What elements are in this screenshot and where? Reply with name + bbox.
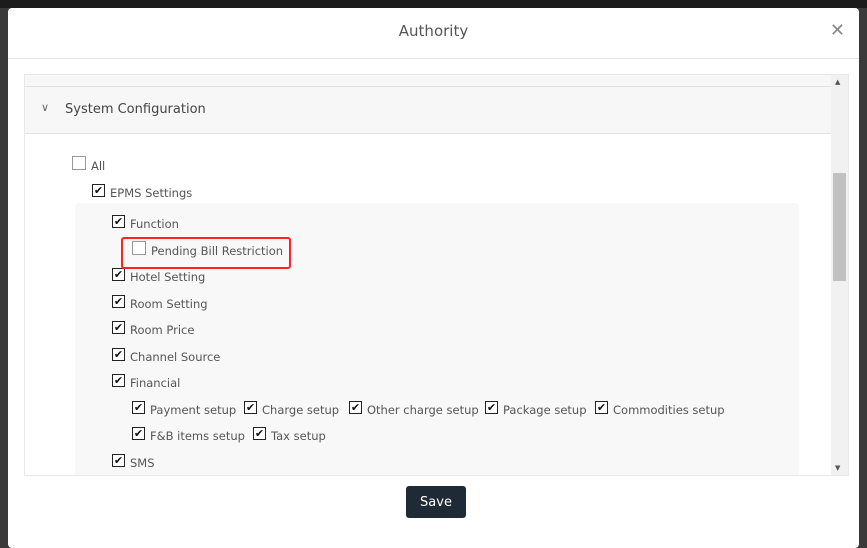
checkbox-checked[interactable]: ✔ bbox=[112, 267, 125, 281]
tree-item-label: All bbox=[91, 159, 106, 173]
tree-item[interactable]: ✔ Room Setting bbox=[112, 294, 208, 311]
tree-item[interactable]: ✔ Function bbox=[112, 214, 179, 231]
authority-dialog: Authority ✕ ∨ System Configuration All ✔ E… bbox=[8, 8, 859, 548]
tree-item-label: Channel Source bbox=[130, 350, 221, 364]
checkbox-checked[interactable]: ✔ bbox=[349, 400, 362, 414]
tree-item-label: Room Price bbox=[130, 323, 195, 337]
tree-item[interactable]: ✔ Channel Source bbox=[112, 347, 221, 364]
tree-item[interactable]: ✔ Hotel Setting bbox=[112, 267, 206, 284]
section-header-system-configuration[interactable]: ∨ System Configuration bbox=[25, 87, 833, 134]
tree-item-label: EPMS Settings bbox=[110, 186, 193, 200]
save-button[interactable]: Save bbox=[406, 486, 466, 518]
tree-item[interactable]: ✔ Package setup bbox=[485, 400, 587, 417]
tree-item-label: Financial bbox=[130, 376, 181, 390]
scroll-up-arrow-icon[interactable]: ▲ bbox=[835, 78, 840, 86]
scrollbar[interactable]: ▲ ▼ bbox=[831, 75, 848, 475]
tree-item[interactable]: ✔ Charge setup bbox=[244, 400, 340, 417]
background-app-bar bbox=[0, 0, 867, 8]
checkbox-checked[interactable]: ✔ bbox=[92, 183, 105, 197]
tree-item[interactable]: ✔ SMS bbox=[112, 453, 155, 470]
checkbox-checked[interactable]: ✔ bbox=[253, 426, 266, 440]
checkbox-checked[interactable]: ✔ bbox=[112, 214, 125, 228]
close-icon[interactable]: ✕ bbox=[830, 20, 845, 41]
scroll-down-arrow-icon[interactable]: ▼ bbox=[835, 464, 840, 472]
checkbox-checked[interactable]: ✔ bbox=[112, 294, 125, 308]
checkbox-checked[interactable]: ✔ bbox=[112, 373, 125, 387]
tree-item-label: Other charge setup bbox=[367, 403, 479, 417]
checkbox-checked[interactable]: ✔ bbox=[132, 400, 145, 414]
checkbox-checked[interactable]: ✔ bbox=[112, 320, 125, 334]
previous-section-edge bbox=[25, 75, 833, 87]
tree-item[interactable]: ✔ EPMS Settings bbox=[92, 183, 193, 200]
scrollbar-thumb[interactable] bbox=[833, 173, 846, 281]
tree-item-label: Tax setup bbox=[271, 429, 326, 443]
tree-item[interactable]: ✔ Other charge setup bbox=[349, 400, 479, 417]
tree-item[interactable]: All bbox=[72, 156, 106, 173]
tree-item-label: F&B items setup bbox=[150, 429, 245, 443]
checkbox-unchecked[interactable] bbox=[72, 156, 86, 170]
checkbox-checked[interactable]: ✔ bbox=[112, 347, 125, 361]
dialog-title: Authority bbox=[398, 22, 469, 40]
chevron-down-icon: ∨ bbox=[41, 101, 50, 114]
checkbox-checked[interactable]: ✔ bbox=[485, 400, 498, 414]
tree-item[interactable]: ✔ Commodities setup bbox=[595, 400, 725, 417]
highlight-box bbox=[121, 237, 291, 269]
tree-item[interactable]: ✔ F&B items setup bbox=[132, 426, 245, 443]
checkbox-checked[interactable]: ✔ bbox=[595, 400, 608, 414]
dialog-header: Authority ✕ bbox=[8, 8, 859, 59]
tree-item-label: Hotel Setting bbox=[130, 270, 206, 284]
tree-item-label: Charge setup bbox=[262, 403, 340, 417]
tree-item-label: Room Setting bbox=[130, 297, 208, 311]
checkbox-checked[interactable]: ✔ bbox=[132, 426, 145, 440]
section-title: System Configuration bbox=[65, 102, 206, 117]
tree-item-label: Payment setup bbox=[150, 403, 237, 417]
tree-item[interactable]: ✔ Payment setup bbox=[132, 400, 237, 417]
tree-item[interactable]: ✔ Tax setup bbox=[253, 426, 326, 443]
tree-item-label: Function bbox=[130, 217, 179, 231]
permissions-panel: ∨ System Configuration All ✔ EPMS Settings… bbox=[24, 74, 849, 476]
tree-item[interactable]: ✔ Financial bbox=[112, 373, 181, 390]
tree-item-label: Commodities setup bbox=[613, 403, 725, 417]
tree-item-label: SMS bbox=[130, 456, 155, 470]
tree-item[interactable]: ✔ Room Price bbox=[112, 320, 195, 337]
tree-item-label: Package setup bbox=[503, 403, 587, 417]
checkbox-checked[interactable]: ✔ bbox=[112, 453, 125, 467]
checkbox-checked[interactable]: ✔ bbox=[244, 400, 257, 414]
